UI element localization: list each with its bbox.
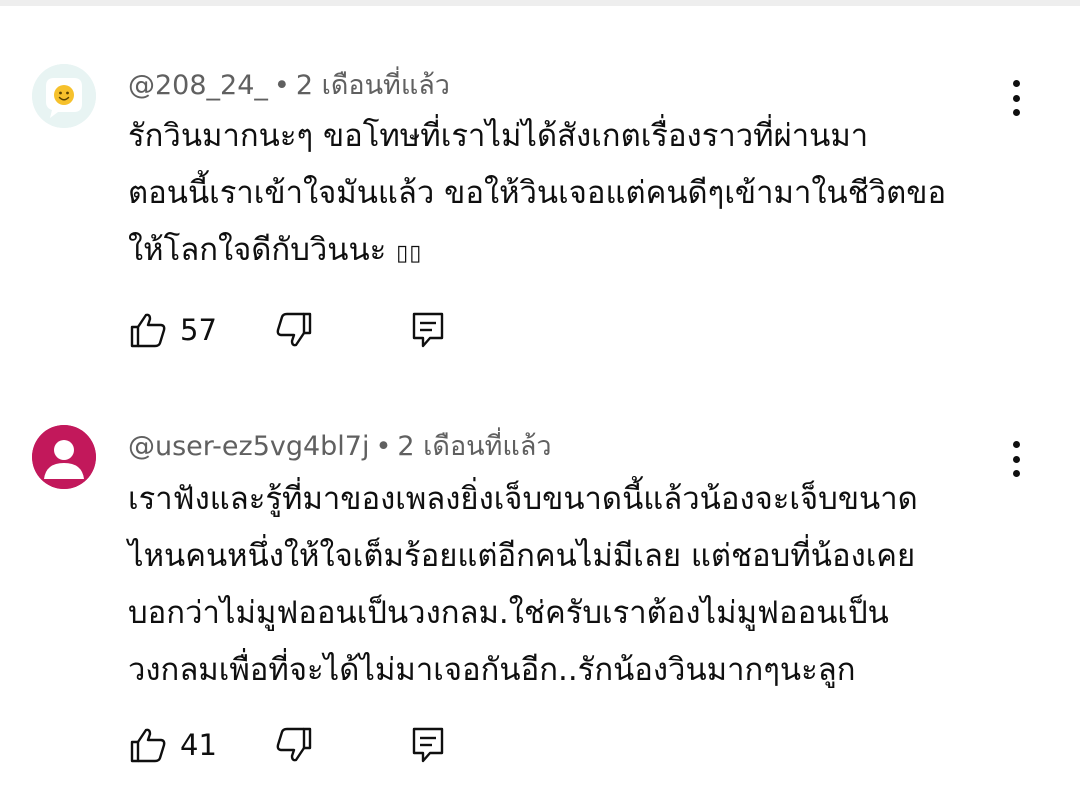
author-handle[interactable]: @208_24_	[128, 70, 268, 101]
thumbs-up-icon	[130, 728, 166, 763]
comment-line: เราฟังและรู้ที่มาของเพลงยิ่งเจ็บขนาดนี้แ…	[128, 481, 918, 517]
reply-icon	[412, 727, 444, 763]
author-avatar[interactable]	[32, 425, 96, 489]
top-divider	[0, 0, 1080, 6]
default-user-icon	[32, 425, 96, 489]
meta-separator: •	[375, 431, 392, 462]
comment-text: รักวินมากนะๆ ขอโทษที่เราไม่ได้สังเกตเรื่…	[128, 108, 1028, 282]
emoji-fallback: ▯▯	[396, 241, 423, 266]
thumbs-up-icon	[130, 313, 166, 348]
smiley-icon	[32, 64, 96, 128]
comment-line-text: ให้โลกใจดีกับวินนะ	[128, 232, 387, 268]
comment-time[interactable]: 2 เดือนที่แล้ว	[296, 70, 450, 101]
like-button[interactable]: 57	[128, 310, 238, 350]
reply-icon	[412, 312, 444, 348]
comment-line: รักวินมากนะๆ ขอโทษที่เราไม่ได้สังเกตเรื่…	[128, 118, 869, 154]
thumbs-down-icon	[276, 312, 312, 347]
comment-meta: @208_24_ • 2 เดือนที่แล้ว	[128, 68, 450, 104]
more-vert-dot	[1012, 455, 1020, 463]
comment-line: บอกว่าไม่มูฟออนเป็นวงกลม.ใช่ครับเราต้องไ…	[128, 595, 889, 631]
comment-time[interactable]: 2 เดือนที่แล้ว	[397, 431, 551, 462]
like-count: 57	[180, 313, 217, 347]
comment-line: ตอนนี้เราเข้าใจมันแล้ว ขอให้วินเจอแต่คนด…	[128, 175, 947, 211]
comment-actions: 57	[128, 310, 528, 354]
comment-text: เราฟังและรู้ที่มาของเพลงยิ่งเจ็บขนาดนี้แ…	[128, 471, 1028, 699]
comment-line: วงกลมเพื่อที่จะได้ไม่มาเจอกันอีก..รักน้อ…	[128, 652, 856, 688]
like-button[interactable]: 41	[128, 725, 238, 765]
like-count: 41	[180, 728, 217, 762]
more-vert-icon	[1012, 441, 1020, 448]
dislike-button[interactable]	[274, 725, 314, 765]
comment-line: ไหนคนหนึ่งให้ใจเต็มร้อยแต่อีกคนไม่มีเลย …	[128, 538, 916, 574]
comment-line: ให้โลกใจดีกับวินนะ ▯▯	[128, 222, 1028, 282]
thumbs-down-icon	[276, 727, 312, 762]
more-vert-icon	[1012, 80, 1020, 87]
author-avatar[interactable]	[32, 64, 96, 128]
more-vert-dot	[1012, 94, 1020, 102]
comment-actions: 41	[128, 725, 528, 769]
dislike-button[interactable]	[274, 310, 314, 350]
author-handle[interactable]: @user-ez5vg4bl7j	[128, 431, 369, 462]
comment-meta: @user-ez5vg4bl7j • 2 เดือนที่แล้ว	[128, 429, 552, 465]
reply-button[interactable]	[408, 310, 448, 350]
reply-button[interactable]	[408, 725, 448, 765]
meta-separator: •	[273, 70, 290, 101]
